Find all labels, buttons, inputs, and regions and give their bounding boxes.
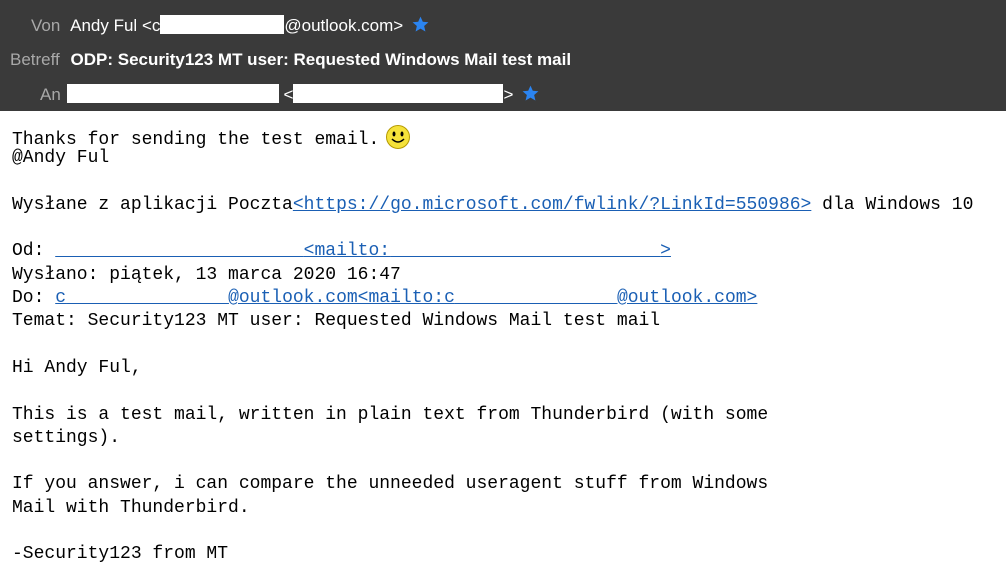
- do-email-domain-end: @outlook.com>: [616, 288, 758, 309]
- od-close: >: [660, 241, 671, 262]
- body-line: Hi Andy Ful,: [12, 357, 142, 378]
- redaction-bar: [66, 84, 279, 103]
- to-row: An < >: [40, 83, 540, 107]
- signature: -Security123 from MT: [12, 544, 229, 565]
- star-icon[interactable]: [411, 15, 430, 41]
- sent-from-text: Wysłane z aplikacji Poczta: [12, 194, 293, 215]
- do-email-link[interactable]: cxxxxxxxxxxxxxxx@outlook.com<mailto:cxxx…: [55, 288, 757, 308]
- body-line: Wysłane z aplikacji Poczta<https://go.mi…: [12, 194, 1002, 217]
- sender-email-start: c: [151, 16, 161, 35]
- body-line: Do: cxxxxxxxxxxxxxxx@outlook.com<mailto:…: [12, 287, 1002, 310]
- from-label: Von: [31, 16, 61, 35]
- message-body: Thanks for sending the test email. @Andy…: [12, 124, 1002, 567]
- subject-text: ODP: Security123 MT user: Requested Wind…: [70, 50, 572, 69]
- body-line: Thanks for sending the test email.: [12, 124, 1002, 150]
- body-line: This is a test mail, written in plain te…: [12, 404, 769, 425]
- message-header: Von Andy Ful <c @outlook.com> Betreff ODP…: [0, 0, 1006, 111]
- redaction-bar: [160, 15, 285, 34]
- sender-open-bracket: <: [141, 16, 152, 35]
- body-line: Wysłano: piątek, 13 marca 2020 16:47: [12, 264, 401, 285]
- mail-app-link[interactable]: <https://go.microsoft.com/fwlink/?LinkId…: [293, 195, 811, 215]
- od-label: Od:: [12, 241, 56, 262]
- sender-email-domain[interactable]: @outlook.com>: [284, 16, 403, 35]
- body-line: @Andy Ful: [12, 148, 110, 169]
- body-line: Od: xxxxxxxxxxxxxxxxxxxxxxx<mailto:xxxxx…: [12, 240, 1002, 263]
- subject-row: Betreff ODP: Security123 MT user: Reques…: [10, 48, 571, 72]
- do-label: Do:: [12, 288, 56, 309]
- to-label: An: [40, 85, 61, 104]
- sender-name[interactable]: Andy Ful: [70, 16, 137, 35]
- body-line: settings).: [12, 427, 121, 448]
- subject-label: Betreff: [10, 50, 60, 69]
- do-email-start: c: [55, 288, 67, 309]
- body-line: If you answer, i can compare the unneede…: [12, 474, 769, 495]
- recipient-open-bracket: <: [283, 85, 294, 104]
- from-row: Von Andy Ful <c @outlook.com>: [31, 14, 430, 38]
- od-mailto: <mailto:: [303, 241, 391, 262]
- od-email-link[interactable]: xxxxxxxxxxxxxxxxxxxxxxx<mailto:xxxxxxxxx…: [55, 241, 671, 261]
- redaction-bar: [293, 84, 504, 103]
- do-email-domain: @outlook.com<mailto:c: [228, 288, 455, 309]
- recipient-close-bracket[interactable]: >: [503, 85, 513, 104]
- body-line: Mail with Thunderbird.: [12, 497, 250, 518]
- body-line: Temat: Security123 MT user: Requested Wi…: [12, 311, 661, 332]
- star-icon[interactable]: [521, 84, 540, 110]
- sent-from-suffix: dla Windows 10: [811, 194, 974, 215]
- smiley-icon: [385, 124, 411, 158]
